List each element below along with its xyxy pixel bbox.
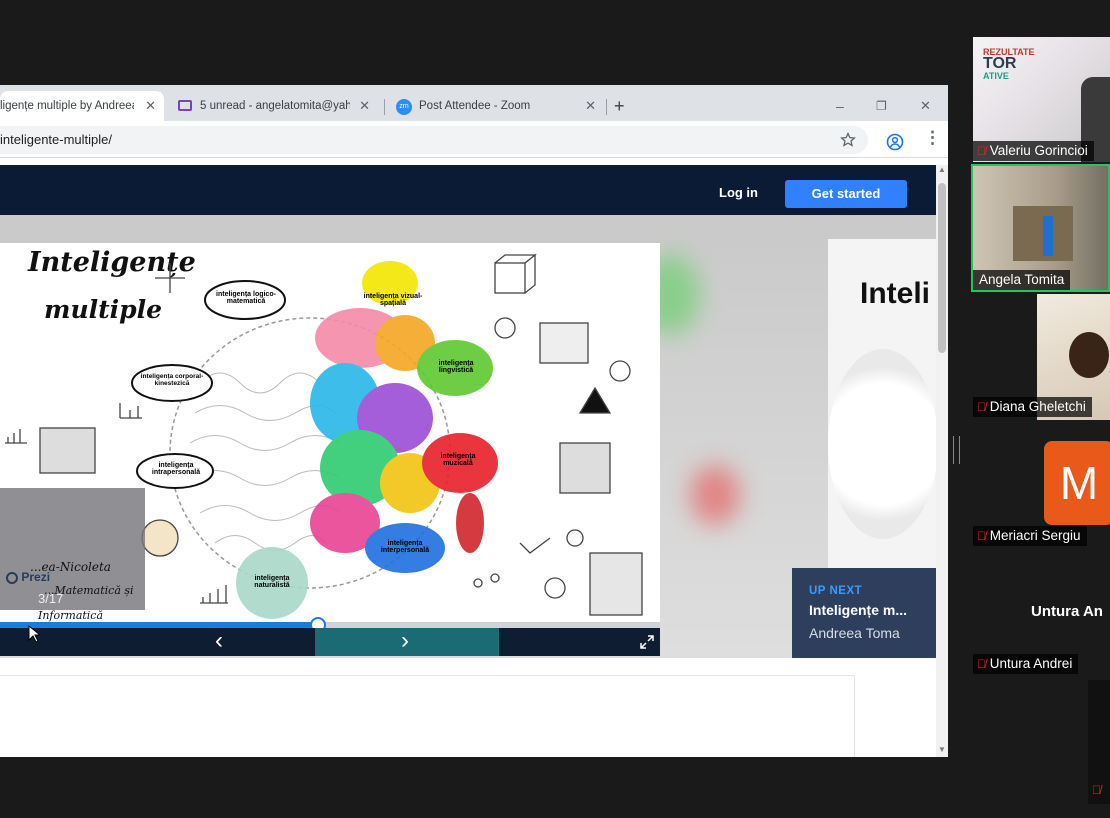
participant-tile[interactable]: REZULTATE TOR ATIVE 🎙̸ Valeriu Gorincioi (973, 37, 1110, 162)
tab-title: 5 unread - angelatomita@yaho (200, 100, 350, 112)
node-lingvistica: inteligența lingvistică (438, 360, 474, 374)
participant-tile[interactable]: 🎙̸ Diana Gheletchi (973, 294, 1110, 420)
participant-avatar: M (1044, 441, 1110, 525)
mouse-cursor-icon (28, 625, 40, 643)
muted-mic-icon: 🎙̸ (977, 529, 986, 543)
participant-name: Valeriu Gorincioi (989, 143, 1088, 158)
participant-name: Diana Gheletchi (989, 399, 1086, 414)
prezi-logo-text: Prezi (21, 570, 51, 584)
scroll-up-icon[interactable]: ▲ (938, 165, 946, 174)
muted-mic-icon: 🎙̸ (1092, 783, 1101, 797)
address-bar-row: inteligente-multiple/ ⋮ (0, 121, 948, 158)
presentation-nav-bar: ‹ › (0, 628, 660, 656)
panel-splitter[interactable] (953, 436, 960, 464)
description-panel (0, 675, 855, 757)
coffee-cup-image (828, 349, 936, 539)
up-next-label: UP NEXT (809, 585, 863, 597)
address-bar[interactable]: inteligente-multiple/ (0, 126, 868, 154)
participant-name: Untura Andrei (989, 656, 1073, 671)
zoom-icon: zm (396, 99, 412, 115)
tab-divider (606, 99, 607, 115)
tab-close-icon[interactable]: ✕ (585, 91, 596, 121)
tab-close-icon[interactable]: ✕ (359, 91, 370, 121)
browser-window: ligențe multiple by Andreea ✕ 5 unread -… (0, 85, 948, 757)
minimize-button[interactable]: – (836, 91, 844, 121)
node-vizual-spatiala: inteligența vizual-spațială (363, 293, 423, 307)
tab-divider (384, 99, 385, 115)
participant-nameplate: 🎙̸ Valeriu Gorincioi (973, 141, 1094, 161)
tab-title: Post Attendee - Zoom (419, 100, 531, 112)
participant-tile[interactable]: M 🎙̸ Meriacri Sergiu (973, 422, 1110, 548)
muted-mic-icon: 🎙̸ (977, 657, 986, 671)
prezi-logo: Prezi (6, 570, 50, 584)
node-intrapersonala: inteligența intrapersonală (151, 462, 201, 476)
muted-mic-icon: 🎙̸ (977, 400, 986, 414)
fullscreen-icon[interactable] (640, 635, 654, 649)
up-next-title: Inteligențe m... (809, 602, 908, 618)
participant-tile-active-speaker[interactable]: Angela Tomita (971, 164, 1110, 292)
window-close-button[interactable]: ✕ (920, 91, 931, 121)
restore-button[interactable]: ❐ (876, 91, 887, 121)
prezi-header: Log in Get started (0, 165, 936, 215)
node-muzicala: inteligența muzicală (440, 453, 476, 467)
mail-icon (178, 100, 192, 111)
tab-strip: ligențe multiple by Andreea ✕ 5 unread -… (0, 85, 948, 121)
participant-nameplate: Angela Tomita (973, 270, 1071, 290)
participant-tile[interactable]: Untura An 🎙̸ Untura Andrei (973, 550, 1110, 676)
muted-mic-icon: 🎙̸ (977, 144, 986, 158)
profile-icon[interactable] (886, 133, 904, 151)
page-counter: 3/17 (38, 591, 64, 606)
up-next-author: Andreea Toma (809, 625, 900, 641)
side-card-title: Inteli (860, 277, 931, 310)
prezi-logo-icon (6, 571, 18, 584)
prev-slide-button[interactable]: ‹ (215, 628, 223, 654)
url-text: inteligente-multiple/ (0, 132, 113, 147)
tab-title: ligențe multiple by Andreea (0, 100, 134, 112)
new-tab-button[interactable]: + (614, 91, 625, 121)
login-link[interactable]: Log in (719, 185, 758, 200)
author-overlay: ...ea-Nicoleta ...Matematică și Prezi 3/… (0, 488, 145, 610)
participant-name: Meriacri Sergiu (989, 528, 1081, 543)
participant-tile-partial: 🎙̸ (1088, 680, 1110, 804)
prezi-page: Log in Get started Inteligențe multiple (0, 165, 936, 757)
participant-display-name: Untura An (1031, 603, 1103, 620)
up-next-card[interactable]: UP NEXT Inteligențe m... Andreea Toma (792, 568, 936, 658)
participant-name: Angela Tomita (979, 272, 1065, 287)
node-naturalista: inteligența naturalistă (254, 575, 290, 589)
current-slide[interactable]: Inteligențe multiple inteligența logico-… (0, 243, 660, 623)
participant-silhouette (1069, 332, 1109, 378)
word-cloud-image: REZULTATE TOR ATIVE (983, 47, 1035, 81)
next-chevron-icon: › (401, 627, 409, 654)
node-logico-matematica: inteligența logico-matematică (216, 291, 276, 305)
participant-nameplate: 🎙̸ Diana Gheletchi (973, 397, 1092, 417)
backdrop-splash (690, 465, 740, 525)
participant-nameplate: 🎙̸ Meriacri Sergiu (973, 526, 1087, 546)
scroll-down-icon[interactable]: ▼ (938, 745, 946, 754)
node-interpersonala: inteligența interpersonală (380, 540, 430, 554)
tab-close-icon[interactable]: ✕ (145, 91, 156, 121)
node-corporal-kinestezica: inteligența corporal-kinestezică (140, 373, 204, 387)
get-started-button[interactable]: Get started (785, 180, 907, 208)
page-scrollbar[interactable]: ▲ ▼ (936, 165, 948, 757)
presentation-stage: Inteligențe multiple inteligența logico-… (0, 215, 936, 658)
participant-nameplate: 🎙̸ Untura Andrei (973, 654, 1079, 674)
next-slide-button[interactable]: › (315, 628, 499, 656)
scrollbar-thumb[interactable] (938, 183, 946, 353)
tab-prezi[interactable]: ligențe multiple by Andreea ✕ (0, 91, 164, 121)
book-image (1043, 216, 1053, 256)
author-line: Informatică (38, 609, 104, 622)
tab-zoom[interactable]: zm Post Attendee - Zoom ✕ (390, 91, 604, 121)
tab-yahoo-mail[interactable]: 5 unread - angelatomita@yaho ✕ (168, 91, 378, 121)
menu-kebab-icon[interactable]: ⋮ (924, 128, 941, 148)
star-icon[interactable] (840, 132, 856, 148)
